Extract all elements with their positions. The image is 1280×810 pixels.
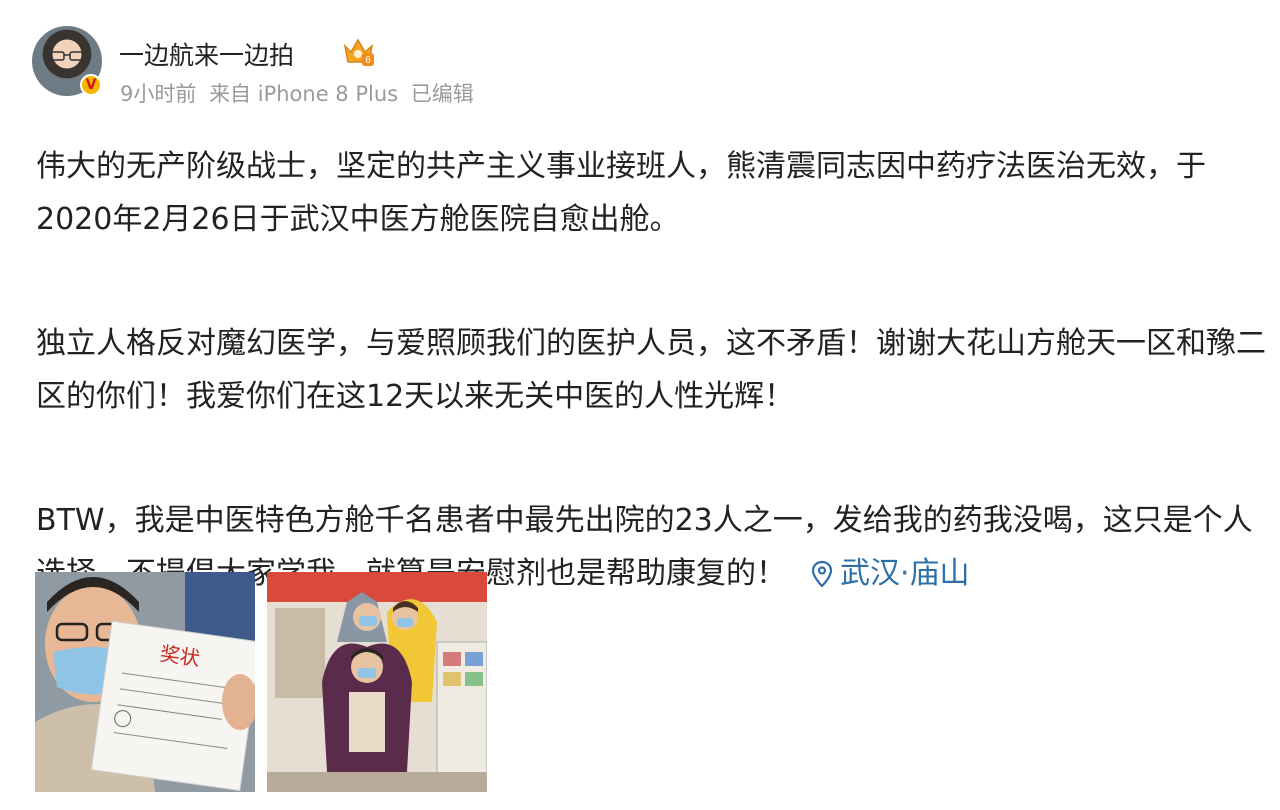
glasses-icon xyxy=(49,51,85,61)
location-pin-icon xyxy=(811,560,833,588)
location-label: 武汉·庙山 xyxy=(840,556,970,591)
photo-2-image xyxy=(267,572,487,792)
post-header: V 一边航来一边拍 6 9小时前 来自 iPhone 8 Plus 已编辑 xyxy=(32,26,732,106)
photo-thumbnail-2[interactable] xyxy=(267,572,487,792)
photo-thumbnail-1[interactable]: 奖状 xyxy=(35,572,255,792)
member-crown-icon[interactable]: 6 xyxy=(342,36,376,68)
post-paragraph-1: 伟大的无产阶级战士，坚定的共产主义事业接班人，熊清震同志因中药疗法医治无效，于2… xyxy=(36,149,1206,237)
post-body: 伟大的无产阶级战士，坚定的共产主义事业接班人，熊清震同志因中药疗法医治无效，于2… xyxy=(36,140,1266,600)
edited-label[interactable]: 已编辑 xyxy=(411,82,474,106)
svg-text:6: 6 xyxy=(365,55,371,66)
post-source: 来自 iPhone 8 Plus xyxy=(209,82,399,106)
post-paragraph-2: 独立人格反对魔幻医学，与爱照顾我们的医护人员，这不矛盾！谢谢大花山方舱天一区和豫… xyxy=(36,326,1266,414)
photo-1-image: 奖状 xyxy=(35,572,255,792)
post-meta: 9小时前 来自 iPhone 8 Plus 已编辑 xyxy=(120,78,480,108)
verified-badge-icon: V xyxy=(80,74,102,96)
post-time[interactable]: 9小时前 xyxy=(120,82,196,106)
username-link[interactable]: 一边航来一边拍 xyxy=(119,36,294,72)
location-link[interactable]: 武汉·庙山 xyxy=(810,556,970,591)
